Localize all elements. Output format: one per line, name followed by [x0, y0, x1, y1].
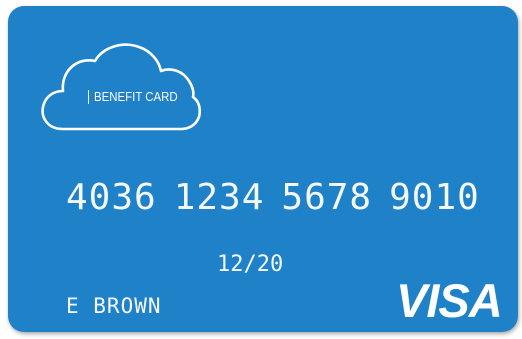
cardholder-name: E BROWN [66, 294, 162, 318]
card-number-group: 5678 [281, 177, 373, 218]
card-number-group: 9010 [389, 177, 480, 218]
card-number-group: 4036 [66, 177, 157, 218]
card-number-group: 1234 [173, 177, 265, 218]
card-type-label: BENEFIT CARD [94, 89, 178, 104]
benefit-card: BENEFIT CARD 4036 1234 5678 9010 12/20 E BR… [8, 6, 518, 332]
benefit-card-logo: BENEFIT CARD [41, 41, 201, 136]
expiry-date: 12/20 [217, 252, 284, 277]
logo-divider [88, 90, 89, 104]
card-number: 4036 1234 5678 9010 [66, 178, 480, 218]
visa-logo: VISA [396, 274, 503, 327]
